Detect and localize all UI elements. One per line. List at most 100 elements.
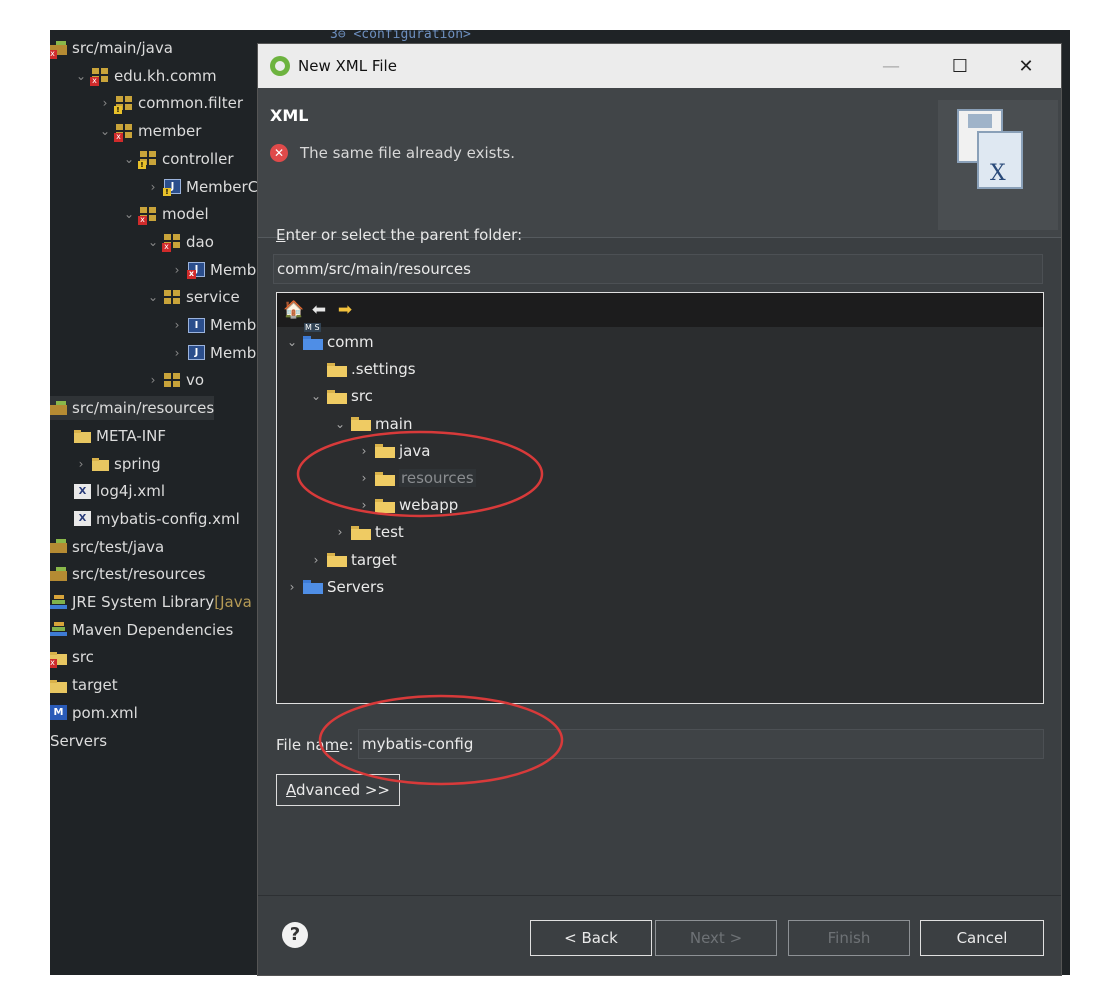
forward-arrow-icon[interactable]: ➡ bbox=[335, 300, 355, 320]
tree-node-resources[interactable]: › resources bbox=[357, 465, 476, 491]
tree-node-webapp[interactable]: › webapp bbox=[357, 492, 459, 518]
folder-icon bbox=[327, 388, 347, 404]
back-arrow-icon[interactable]: ⬅ bbox=[309, 300, 329, 320]
explorer-item[interactable]: src/test/java bbox=[50, 535, 164, 559]
chevron-down-icon[interactable]: ⌄ bbox=[146, 290, 160, 304]
interface-icon: I bbox=[188, 317, 205, 333]
parent-folder-input[interactable] bbox=[273, 254, 1043, 284]
chevron-down-icon[interactable]: ⌄ bbox=[74, 69, 88, 83]
explorer-item[interactable]: Maven Dependencies bbox=[50, 618, 233, 642]
chevron-right-icon[interactable]: › bbox=[74, 457, 88, 471]
explorer-item[interactable]: ›J MemberCo bbox=[146, 175, 267, 199]
chevron-down-icon[interactable]: ⌄ bbox=[122, 152, 136, 166]
chevron-right-icon[interactable]: › bbox=[170, 318, 184, 332]
explorer-item[interactable]: Xmybatis-config.xml bbox=[74, 507, 240, 531]
chevron-right-icon[interactable]: › bbox=[309, 553, 323, 567]
explorer-item[interactable]: src bbox=[50, 645, 94, 669]
explorer-item[interactable]: Servers bbox=[50, 729, 107, 753]
dialog-titlebar: New XML File — ☐ ✕ bbox=[258, 44, 1061, 88]
tree-node-label: test bbox=[375, 523, 404, 542]
explorer-item[interactable]: ›JMember bbox=[170, 341, 272, 365]
cancel-button[interactable]: Cancel bbox=[920, 920, 1044, 956]
tree-node-servers[interactable]: › Servers bbox=[285, 574, 384, 600]
chevron-right-icon[interactable]: › bbox=[170, 346, 184, 360]
tree-node-java[interactable]: › java bbox=[357, 438, 431, 464]
chevron-right-icon[interactable]: › bbox=[357, 471, 371, 485]
next-button[interactable]: Next > bbox=[655, 920, 777, 956]
chevron-right-icon[interactable]: › bbox=[333, 525, 347, 539]
xml-file-banner-icon: X bbox=[938, 100, 1058, 230]
folder-tree[interactable]: 🏠 ⬅ ➡ ⌄ comm .settings ⌄ src ⌄ main › java › resou… bbox=[276, 292, 1044, 704]
explorer-item[interactable]: ›JMember bbox=[170, 258, 272, 282]
tree-node-main[interactable]: ⌄ main bbox=[333, 411, 413, 437]
tree-node-comm[interactable]: ⌄ comm bbox=[285, 322, 374, 355]
help-icon[interactable]: ? bbox=[282, 922, 308, 948]
library-icon bbox=[50, 594, 67, 610]
src-folder-icon bbox=[50, 566, 67, 582]
chevron-down-icon[interactable]: ⌄ bbox=[122, 207, 136, 221]
chevron-right-icon[interactable]: › bbox=[146, 373, 160, 387]
chevron-right-icon[interactable]: › bbox=[98, 96, 112, 110]
chevron-down-icon[interactable]: ⌄ bbox=[333, 417, 347, 431]
explorer-item-label: Maven Dependencies bbox=[72, 620, 234, 639]
new-xml-file-dialog: New XML File — ☐ ✕ XML ✕ The same file a… bbox=[258, 44, 1061, 975]
tree-node-target[interactable]: › target bbox=[309, 547, 397, 573]
explorer-item[interactable]: ⌄ dao bbox=[146, 230, 214, 254]
package-error-icon bbox=[90, 68, 109, 87]
tree-node-settings[interactable]: .settings bbox=[309, 356, 416, 382]
package-error-icon bbox=[114, 123, 133, 142]
svg-text:X: X bbox=[990, 161, 1006, 186]
chevron-down-icon[interactable]: ⌄ bbox=[98, 124, 112, 138]
explorer-item-label: mybatis-config.xml bbox=[96, 509, 240, 528]
folder-icon bbox=[74, 428, 91, 444]
maximize-button[interactable]: ☐ bbox=[937, 44, 983, 88]
explorer-item[interactable]: ⌄ model bbox=[122, 202, 209, 226]
advanced-button[interactable]: Advanced >> bbox=[276, 774, 400, 806]
file-name-input[interactable] bbox=[358, 729, 1044, 759]
wizard-title: XML bbox=[270, 106, 309, 125]
explorer-item[interactable]: › spring bbox=[74, 452, 161, 476]
chevron-right-icon[interactable]: › bbox=[146, 180, 160, 194]
explorer-item[interactable]: ⌄ service bbox=[146, 285, 240, 309]
minimize-button[interactable]: — bbox=[868, 44, 914, 88]
chevron-right-icon[interactable]: › bbox=[170, 263, 184, 277]
tree-node-label: main bbox=[375, 414, 413, 433]
tree-node-test[interactable]: › test bbox=[333, 519, 404, 545]
back-button[interactable]: < Back bbox=[530, 920, 652, 956]
explorer-item[interactable]: src/main/resources bbox=[50, 396, 215, 421]
chevron-down-icon[interactable]: ⌄ bbox=[309, 389, 323, 403]
explorer-item[interactable]: META-INF bbox=[74, 424, 166, 448]
explorer-item-label: JRE System Library bbox=[72, 593, 215, 611]
parent-folder-label: Enter or select the parent folder: bbox=[276, 226, 523, 244]
explorer-item[interactable]: src/test/resources bbox=[50, 562, 206, 586]
home-icon[interactable]: 🏠 bbox=[283, 300, 304, 320]
explorer-item[interactable]: src/main/java bbox=[50, 36, 173, 60]
chevron-right-icon[interactable]: › bbox=[357, 498, 371, 512]
chevron-down-icon[interactable]: ⌄ bbox=[285, 335, 299, 349]
explorer-item[interactable]: JRE System Library [Java bbox=[50, 590, 252, 614]
explorer-item[interactable]: Mpom.xml bbox=[50, 701, 138, 725]
explorer-item[interactable]: ⌄ edu.kh.comm bbox=[74, 64, 217, 88]
explorer-item[interactable]: › vo bbox=[146, 368, 204, 392]
explorer-item[interactable]: Xlog4j.xml bbox=[74, 479, 165, 503]
tree-node-label: comm bbox=[327, 333, 374, 351]
folder-icon bbox=[375, 497, 395, 513]
java-icon: J bbox=[188, 345, 205, 361]
explorer-item[interactable]: › I Member bbox=[170, 313, 272, 337]
close-button[interactable]: ✕ bbox=[1003, 44, 1049, 88]
tree-toolbar: 🏠 ⬅ ➡ bbox=[277, 293, 1043, 327]
chevron-right-icon[interactable]: › bbox=[285, 580, 299, 594]
explorer-item[interactable]: ⌄ member bbox=[98, 119, 201, 143]
explorer-item-label: src/test/java bbox=[72, 537, 165, 556]
code-editor-peek: 3⊖ <configuration> bbox=[330, 30, 471, 42]
tree-node-src[interactable]: ⌄ src bbox=[309, 383, 373, 409]
tree-node-label: java bbox=[399, 441, 431, 460]
explorer-item[interactable]: › common.filter bbox=[98, 91, 243, 115]
chevron-down-icon[interactable]: ⌄ bbox=[146, 235, 160, 249]
folder-icon bbox=[50, 677, 67, 693]
explorer-item[interactable]: ⌄ controller bbox=[122, 147, 234, 171]
explorer-item[interactable]: target bbox=[50, 673, 118, 697]
chevron-right-icon[interactable]: › bbox=[357, 444, 371, 458]
tree-node-label: src bbox=[351, 387, 373, 406]
finish-button[interactable]: Finish bbox=[788, 920, 910, 956]
